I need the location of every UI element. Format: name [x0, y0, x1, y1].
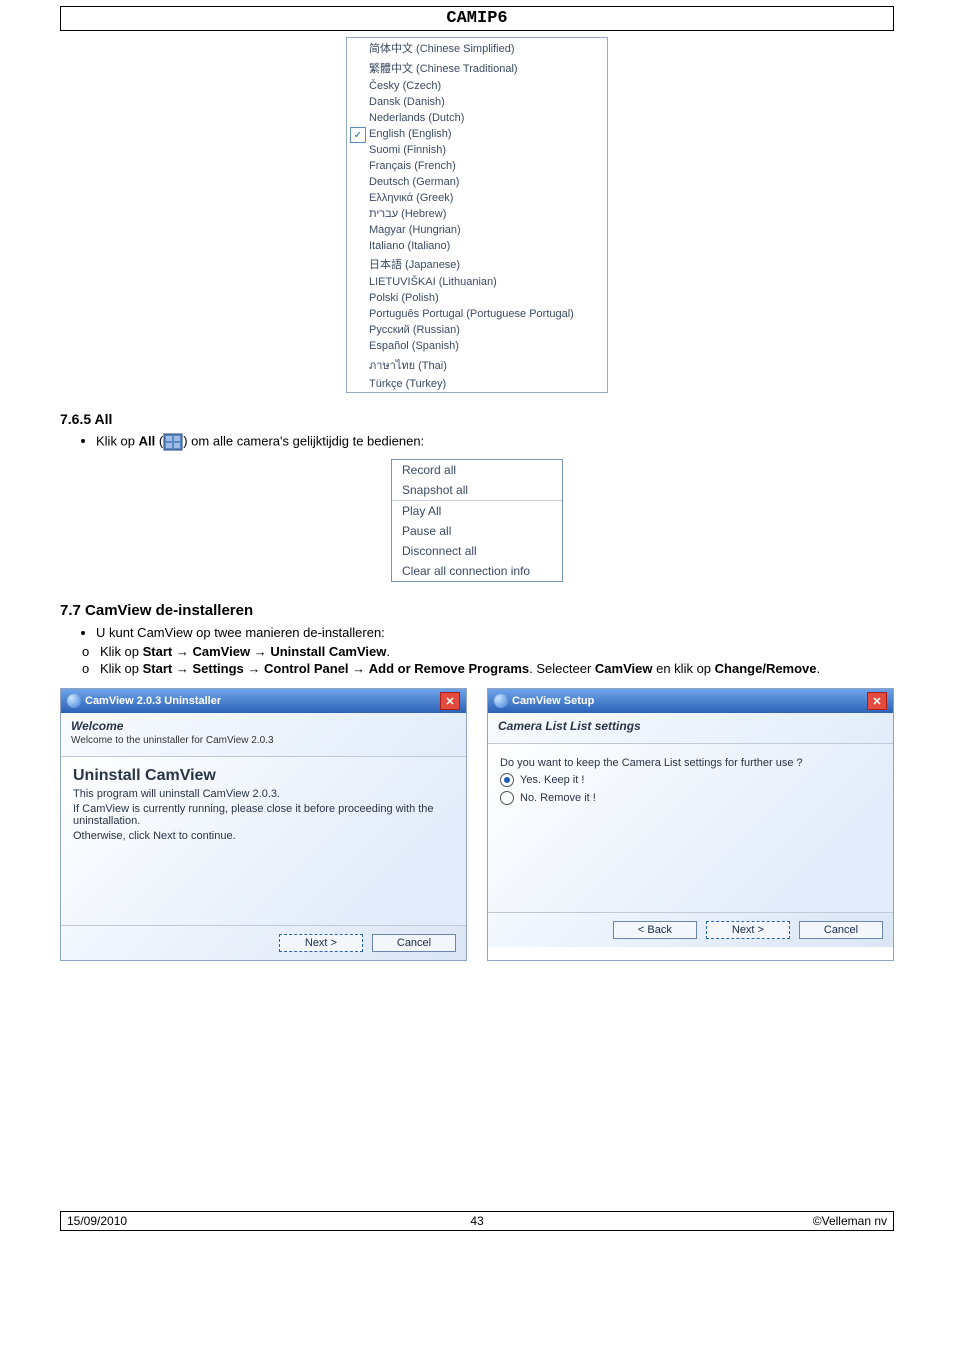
- language-label: Español (Spanish): [369, 340, 459, 352]
- radio-yes[interactable]: Yes. Keep it !: [500, 773, 881, 787]
- language-item[interactable]: Italiano (Italiano): [347, 238, 607, 254]
- uninstall-p2: If CamView is currently running, please …: [73, 803, 454, 827]
- uninstall-p3: Otherwise, click Next to continue.: [73, 830, 454, 842]
- dialog-title-text: CamView Setup: [512, 695, 594, 707]
- language-label: Česky (Czech): [369, 80, 441, 92]
- radio-yes-label: Yes. Keep it !: [520, 774, 584, 786]
- menu-item[interactable]: Disconnect all: [392, 541, 562, 561]
- radio-no[interactable]: No. Remove it !: [500, 791, 881, 805]
- radio-icon: [500, 773, 514, 787]
- next-button[interactable]: Next >: [706, 921, 790, 939]
- dialog-head-title: Welcome: [71, 719, 456, 733]
- language-label: Deutsch (German): [369, 176, 459, 188]
- language-item[interactable]: Dansk (Danish): [347, 94, 607, 110]
- deinstall-method-2: Klik op Start → Settings → Control Panel…: [82, 661, 894, 676]
- language-item[interactable]: ✓English (English): [347, 126, 607, 142]
- language-label: Français (French): [369, 160, 456, 172]
- deinstall-method-1: Klik op Start → CamView → Uninstall CamV…: [82, 644, 894, 659]
- language-item[interactable]: Suomi (Finnish): [347, 142, 607, 158]
- footer-date: 15/09/2010: [67, 1214, 217, 1228]
- close-icon[interactable]: ✕: [440, 692, 460, 710]
- language-item[interactable]: Español (Spanish): [347, 338, 607, 354]
- deinstall-intro: U kunt CamView op twee manieren de-insta…: [96, 625, 894, 640]
- language-label: English (English): [369, 128, 452, 140]
- footer-copyright: ©Velleman nv: [737, 1214, 887, 1228]
- language-item[interactable]: Polski (Polish): [347, 290, 607, 306]
- page-footer: 15/09/2010 43 ©Velleman nv: [60, 1211, 894, 1231]
- dialog-title-text: CamView 2.0.3 Uninstaller: [85, 695, 221, 707]
- header-title: CAMIP6: [60, 6, 894, 31]
- language-item[interactable]: Русский (Russian): [347, 322, 607, 338]
- radio-no-label: No. Remove it !: [520, 792, 596, 804]
- language-label: LIETUVIŠKAI (Lithuanian): [369, 276, 497, 288]
- dialog-head-sub: Welcome to the uninstaller for CamView 2…: [71, 735, 456, 746]
- all-instruction: Klik op All ( ) om alle camera's gelijkt…: [96, 433, 894, 451]
- dialog-titlebar: CamView Setup ✕: [488, 689, 893, 713]
- language-item[interactable]: Nederlands (Dutch): [347, 110, 607, 126]
- back-button[interactable]: < Back: [613, 921, 697, 939]
- section-heading-deinstall: 7.7 CamView de-installeren: [60, 602, 894, 619]
- menu-item[interactable]: Pause all: [392, 521, 562, 541]
- all-context-menu: Record allSnapshot allPlay AllPause allD…: [391, 459, 563, 582]
- language-item[interactable]: Ελληνικά (Greek): [347, 190, 607, 206]
- language-item[interactable]: עברית (Hebrew): [347, 206, 607, 222]
- language-label: Русский (Russian): [369, 324, 460, 336]
- cancel-button[interactable]: Cancel: [799, 921, 883, 939]
- menu-item[interactable]: Play All: [392, 501, 562, 521]
- language-label: Italiano (Italiano): [369, 240, 450, 252]
- app-icon: [67, 694, 81, 708]
- language-item[interactable]: 日本語 (Japanese): [347, 254, 607, 274]
- keep-settings-question: Do you want to keep the Camera List sett…: [500, 757, 881, 769]
- footer-page: 43: [217, 1214, 737, 1228]
- language-item[interactable]: ภาษาไทย (Thai): [347, 354, 607, 376]
- dialog-titlebar: CamView 2.0.3 Uninstaller ✕: [61, 689, 466, 713]
- language-label: Português Portugal (Portuguese Portugal): [369, 308, 574, 320]
- language-item[interactable]: Magyar (Hungrian): [347, 222, 607, 238]
- language-label: Ελληνικά (Greek): [369, 192, 453, 204]
- language-item[interactable]: 简体中文 (Chinese Simplified): [347, 38, 607, 58]
- language-list[interactable]: 简体中文 (Chinese Simplified) 繁體中文 (Chinese T…: [346, 37, 608, 393]
- language-item[interactable]: Türkçe (Turkey): [347, 376, 607, 392]
- language-item[interactable]: LIETUVIŠKAI (Lithuanian): [347, 274, 607, 290]
- menu-item[interactable]: Clear all connection info: [392, 561, 562, 581]
- check-icon: ✓: [350, 127, 366, 143]
- close-icon[interactable]: ✕: [867, 692, 887, 710]
- setup-dialog: CamView Setup ✕ Camera List List setting…: [487, 688, 894, 961]
- menu-item[interactable]: Record all: [392, 460, 562, 480]
- uninstall-heading: Uninstall CamView: [73, 767, 454, 785]
- language-label: Polski (Polish): [369, 292, 439, 304]
- language-item[interactable]: 繁體中文 (Chinese Traditional): [347, 58, 607, 78]
- section-heading-all: 7.6.5 All: [60, 411, 894, 427]
- radio-icon: [500, 791, 514, 805]
- language-item[interactable]: Português Portugal (Portuguese Portugal): [347, 306, 607, 322]
- language-item[interactable]: Français (French): [347, 158, 607, 174]
- next-button[interactable]: Next >: [279, 934, 363, 952]
- language-item[interactable]: Česky (Czech): [347, 78, 607, 94]
- uninstall-p1: This program will uninstall CamView 2.0.…: [73, 788, 454, 800]
- dialog-head-title: Camera List List settings: [498, 719, 883, 733]
- language-label: Nederlands (Dutch): [369, 112, 464, 124]
- menu-item[interactable]: Snapshot all: [392, 480, 562, 500]
- language-label: 简体中文 (Chinese Simplified): [369, 43, 514, 55]
- language-label: ภาษาไทย (Thai): [369, 360, 447, 372]
- language-label: Dansk (Danish): [369, 96, 445, 108]
- all-icon: [163, 433, 183, 451]
- language-item[interactable]: Deutsch (German): [347, 174, 607, 190]
- uninstaller-dialog: CamView 2.0.3 Uninstaller ✕ Welcome Welc…: [60, 688, 467, 961]
- cancel-button[interactable]: Cancel: [372, 934, 456, 952]
- language-label: Türkçe (Turkey): [369, 378, 446, 390]
- language-label: עברית (Hebrew): [369, 208, 446, 220]
- language-label: 繁體中文 (Chinese Traditional): [369, 63, 518, 75]
- language-label: 日本語 (Japanese): [369, 259, 460, 271]
- language-label: Suomi (Finnish): [369, 144, 446, 156]
- app-icon: [494, 694, 508, 708]
- language-label: Magyar (Hungrian): [369, 224, 461, 236]
